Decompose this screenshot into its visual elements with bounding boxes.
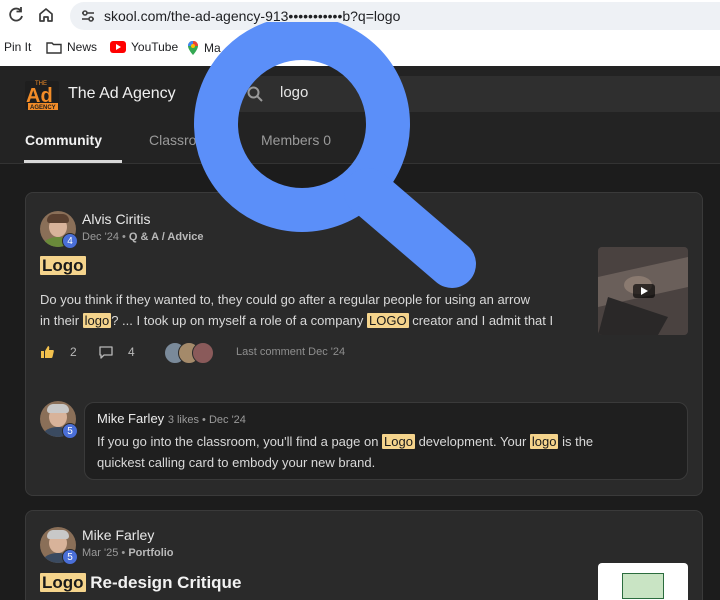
comment-bubble[interactable]: Mike Farley 3 likes • Dec '24 If you go … <box>84 402 688 480</box>
excerpt-text: in their <box>40 313 83 328</box>
comment-likes: 3 likes <box>167 414 199 426</box>
post-title[interactable]: Logo <box>40 256 86 276</box>
comment-text: If you go into the classroom, you'll fin… <box>97 431 677 473</box>
post-category[interactable]: Portfolio <box>128 547 173 559</box>
youtube-icon <box>110 41 126 53</box>
play-icon <box>633 284 655 298</box>
comment-button[interactable]: 4 <box>98 345 135 359</box>
post-meta: Dec '24 • Q & A / Advice <box>82 231 204 243</box>
comment-author[interactable]: Mike Farley <box>97 411 164 426</box>
level-badge: 5 <box>62 423 78 439</box>
reload-icon[interactable] <box>6 6 26 26</box>
search-highlight: logo <box>82 313 112 328</box>
excerpt-line: in their logo? ... I took up on myself a… <box>40 310 596 331</box>
comment-fragment: is the <box>558 434 594 449</box>
post-title[interactable]: Logo Re-design Critique <box>40 573 241 593</box>
post-meta: Mar '25 • Portfolio <box>82 547 174 559</box>
post-title-rest: Re-design Critique <box>85 573 242 592</box>
comment-header: Mike Farley 3 likes • Dec '24 <box>97 411 246 426</box>
search-highlight: Logo <box>40 573 86 592</box>
site-settings-icon[interactable] <box>80 8 96 24</box>
search-highlight: Logo <box>40 256 86 275</box>
comment-date: Dec '24 <box>208 414 246 426</box>
last-comment-date: Last comment Dec '24 <box>236 346 346 358</box>
excerpt-text: creator and I admit that I <box>408 313 554 328</box>
comment-line: If you go into the classroom, you'll fin… <box>97 431 677 452</box>
svg-text:AGENCY: AGENCY <box>30 105 56 111</box>
active-tab-indicator <box>24 160 122 163</box>
home-icon[interactable] <box>36 6 56 26</box>
folder-icon <box>46 41 62 54</box>
search-highlight: Logo <box>382 434 415 449</box>
comment-line: quickest calling card to embody your new… <box>97 455 376 470</box>
thumbs-up-icon <box>41 346 54 358</box>
post-stats: 2 4 Last comment Dec '24 <box>40 342 600 364</box>
magnifier-overlay-icon <box>194 22 476 288</box>
comment-fragment: development. Your <box>414 434 530 449</box>
comment-icon <box>99 346 113 359</box>
bookmark-youtube[interactable]: YouTube <box>110 40 178 54</box>
search-highlight: logo <box>529 434 559 449</box>
like-button[interactable]: 2 <box>40 345 77 359</box>
post-author[interactable]: Mike Farley <box>82 527 154 543</box>
thumbnail-image <box>622 573 664 599</box>
tab-community[interactable]: Community <box>25 132 102 148</box>
comment-count: 4 <box>128 345 135 359</box>
svg-text:THE: THE <box>35 81 47 87</box>
level-badge: 5 <box>62 549 78 565</box>
featured-comment: 5 Mike Farley 3 likes • Dec '24 If you g… <box>40 399 690 480</box>
bookmark-label: News <box>67 40 98 54</box>
bookmark-label: YouTube <box>131 40 179 54</box>
bookmark-label: Pin It <box>4 40 32 54</box>
excerpt-text: ? ... I took up on myself a role of a co… <box>111 313 368 328</box>
bookmark-pin-it[interactable]: Pin It <box>4 40 31 54</box>
post-card[interactable]: 5 Mike Farley Mar '25 • Portfolio Logo R… <box>25 510 703 600</box>
comment-fragment: If you go into the classroom, you'll fin… <box>97 434 383 449</box>
commenter-avatar[interactable] <box>192 342 214 364</box>
post-date: Mar '25 <box>82 547 119 559</box>
post-author[interactable]: Alvis Ciritis <box>82 211 150 227</box>
excerpt-line: Do you think if they wanted to, they cou… <box>40 292 530 307</box>
search-highlight: LOGO <box>367 313 409 328</box>
video-thumbnail[interactable] <box>598 247 688 335</box>
post-excerpt: Do you think if they wanted to, they cou… <box>40 289 596 331</box>
community-logo[interactable]: Ad AGENCY THE <box>24 78 62 112</box>
post-date: Dec '24 <box>82 231 119 243</box>
community-name[interactable]: The Ad Agency <box>68 85 176 103</box>
level-badge: 4 <box>62 233 78 249</box>
post-thumbnail[interactable] <box>598 563 688 600</box>
like-count: 2 <box>70 345 77 359</box>
bookmark-news[interactable]: News <box>46 40 97 54</box>
